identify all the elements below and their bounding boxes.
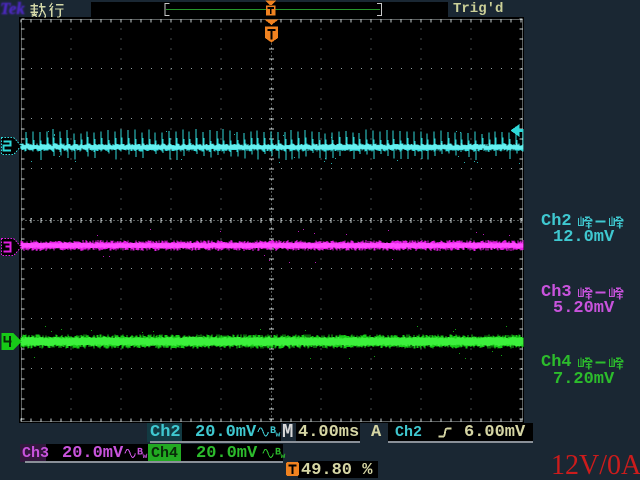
svg-text:w: w: [276, 431, 281, 440]
svg-text:w: w: [281, 452, 286, 461]
svg-text:w: w: [143, 452, 148, 461]
